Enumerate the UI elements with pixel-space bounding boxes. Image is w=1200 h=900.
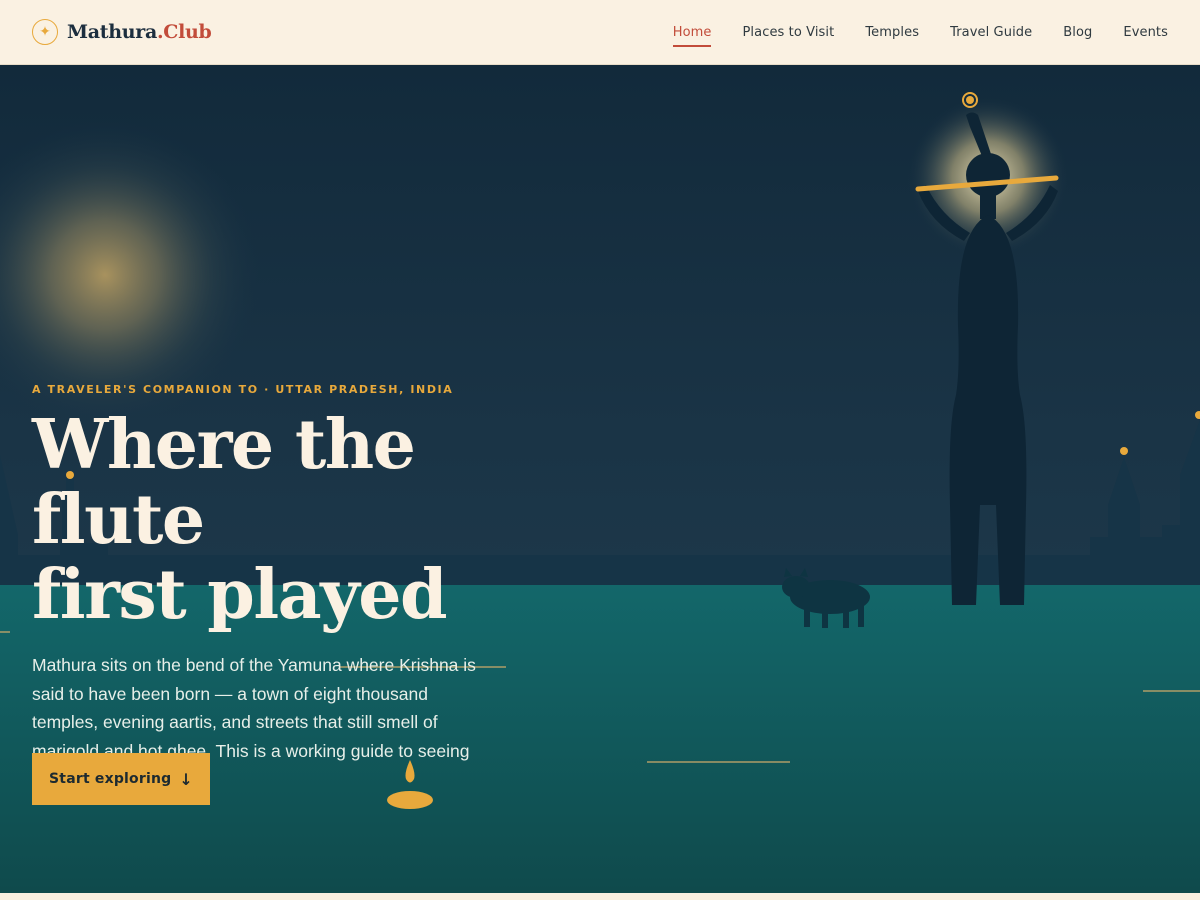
- temple-finial-right-1: [1120, 447, 1128, 455]
- page-below-fold: [0, 893, 1200, 900]
- site-header: ✦ Mathura .Club Home Places to Visit Temp…: [0, 0, 1200, 65]
- site-logo[interactable]: ✦ Mathura .Club: [32, 18, 212, 46]
- main-nav: Home Places to Visit Temples Travel Guid…: [642, 0, 1168, 64]
- hero-copy: A traveler's companion to · Uttar Prades…: [32, 383, 592, 805]
- temple-skyline-right: [1090, 420, 1200, 585]
- hero-headline-line-2: first played: [32, 555, 448, 635]
- nav-travel-guide[interactable]: Travel Guide: [950, 0, 1032, 64]
- nav-blog[interactable]: Blog: [1063, 0, 1092, 64]
- start-exploring-button[interactable]: Start exploring ↓: [32, 753, 210, 805]
- nav-temples[interactable]: Temples: [865, 0, 919, 64]
- hero-eyebrow: A traveler's companion to · Uttar Prades…: [32, 383, 454, 396]
- hero-section: A traveler's companion to · Uttar Prades…: [0, 65, 1200, 893]
- crown-feather-eye: [966, 96, 974, 104]
- logo-accent: .Club: [156, 21, 212, 43]
- nav-events[interactable]: Events: [1123, 0, 1168, 64]
- cta-label: Start exploring: [49, 771, 172, 787]
- nav-places-to-visit[interactable]: Places to Visit: [742, 0, 834, 64]
- temple-finial-right-2: [1195, 411, 1200, 419]
- arrow-down-icon: ↓: [179, 769, 193, 789]
- logo-text: Mathura: [67, 21, 157, 43]
- nav-home[interactable]: Home: [672, 0, 712, 64]
- hero-headline-line-1: Where the flute: [32, 405, 416, 560]
- star-compass-icon: ✦: [32, 19, 58, 45]
- hero-headline: Where the flute first played: [32, 408, 592, 633]
